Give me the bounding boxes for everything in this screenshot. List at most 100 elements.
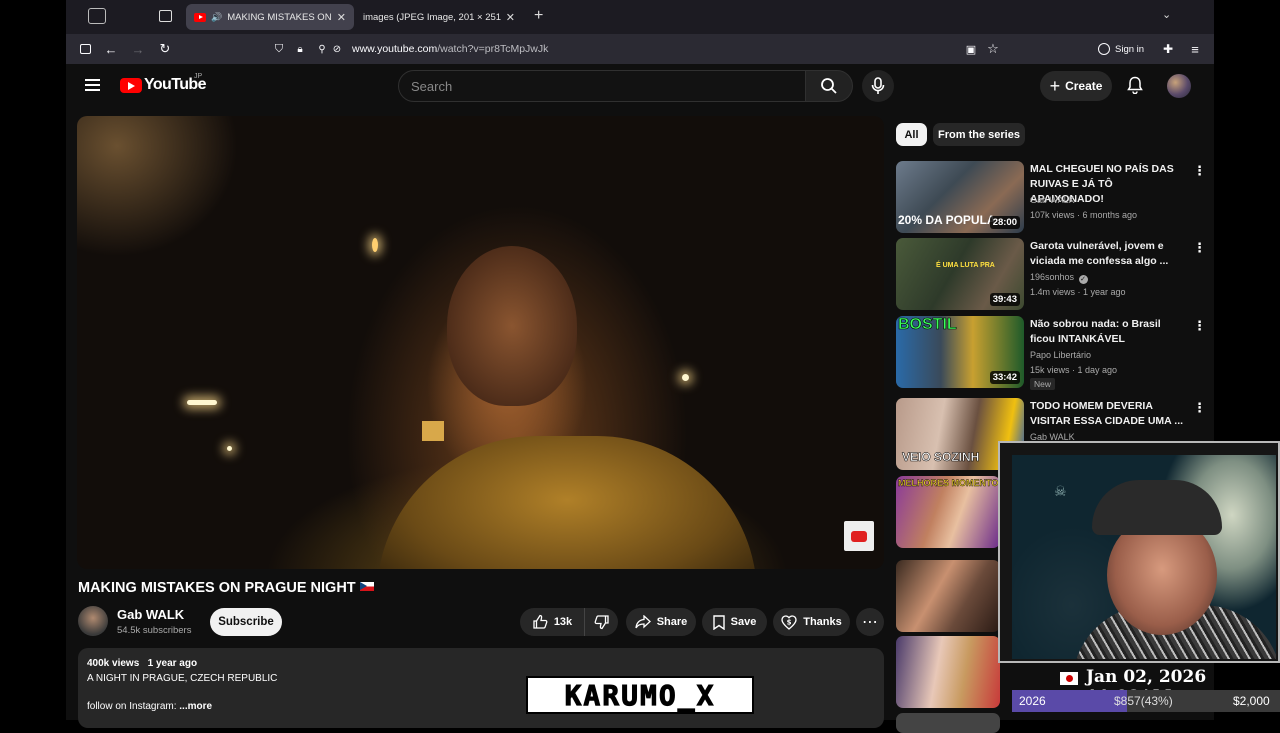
upload-age: 1 year ago — [147, 658, 198, 669]
recommendation-title[interactable]: Não sobrou nada: o Brasil ficou INTANKÁV… — [1030, 317, 1184, 347]
tab-youtube[interactable]: 🔊 MAKING MISTAKES ON PRAGUE NIGHT ✕ — [186, 4, 354, 30]
subscribe-button[interactable]: Subscribe — [210, 608, 282, 636]
thumbnail-caption: VEIO SOZINH — [902, 450, 980, 465]
recommendation-channel[interactable]: Papo Libertário — [1030, 350, 1091, 360]
thumbnail-caption: 20% DA POPULA — [898, 213, 996, 227]
recommendation-title[interactable]: Garota vulnerável, jovem e viciada me co… — [1030, 239, 1184, 269]
share-label: Share — [656, 616, 688, 628]
dislike-button[interactable] — [584, 608, 618, 636]
list-tabs-chevron-down-icon[interactable]: ⌄ — [1162, 8, 1171, 21]
thanks-button[interactable]: $ Thanks — [773, 608, 850, 636]
instagram-prefix: follow on Instagram: — [87, 701, 180, 712]
video-thumbnail[interactable] — [896, 560, 1000, 632]
sidebar-toggle-icon[interactable] — [88, 8, 106, 24]
user-avatar[interactable] — [1167, 74, 1191, 98]
tab-overview-icon[interactable] — [159, 10, 172, 22]
more-options-icon[interactable]: ⋮ — [1193, 240, 1206, 256]
thumbnail-caption: BOSTIL — [898, 316, 957, 333]
recommendation-item[interactable]: 20% DA POPULA 28:00 MAL CHEGUEI NO PAÍS … — [896, 161, 1206, 233]
more-options-icon[interactable]: ⋮ — [1193, 163, 1206, 179]
recommendation-item[interactable]: É UMA LUTA PRA 39:43 Garota vulnerável, … — [896, 238, 1206, 310]
goal-target: $2,000 — [1233, 694, 1270, 708]
video-thumbnail[interactable] — [896, 713, 1000, 733]
more-options-icon[interactable]: ⋮ — [1193, 318, 1206, 334]
video-player[interactable] — [77, 116, 884, 569]
recommendation-channel[interactable]: 196sonhos ✓ — [1030, 272, 1088, 284]
thumbs-down-icon — [594, 615, 609, 630]
video-frame-shirt — [377, 436, 757, 569]
recommendation-meta: 1.4m views · 1 year ago — [1030, 287, 1126, 297]
thanks-label: Thanks — [803, 616, 842, 628]
search-input[interactable]: Search — [398, 70, 806, 102]
video-duration: 33:42 — [989, 371, 1020, 384]
notifications-bell-icon[interactable] — [1124, 74, 1146, 96]
show-more-link[interactable]: ...more — [179, 701, 212, 712]
search-button[interactable] — [805, 70, 853, 102]
save-button[interactable]: Save — [702, 608, 767, 636]
chip-all[interactable]: All — [896, 123, 927, 146]
channel-name[interactable]: Gab WALK — [117, 607, 184, 622]
verified-check-icon: ✓ — [1078, 275, 1088, 284]
recommendation-channel[interactable]: Gab WALK — [1030, 195, 1075, 205]
hamburger-menu-icon[interactable] — [85, 79, 100, 91]
menu-icon[interactable]: ≡ — [1186, 40, 1204, 58]
close-tab-icon[interactable]: ✕ — [502, 11, 515, 24]
picture-in-picture-icon[interactable]: ▣ — [962, 40, 980, 58]
autoplay-blocked-icon[interactable]: ⊘ — [328, 40, 346, 58]
new-tab-icon[interactable]: + — [534, 7, 543, 25]
create-label: Create — [1065, 79, 1103, 93]
share-button[interactable]: Share — [626, 608, 696, 636]
video-thumbnail[interactable]: 20% DA POPULA 28:00 — [896, 161, 1024, 233]
audio-playing-icon[interactable]: 🔊 — [211, 12, 222, 23]
recommendation-item[interactable]: BOSTIL 33:42 Não sobrou nada: o Brasil f… — [896, 316, 1206, 390]
bookmark-star-icon[interactable]: ☆ — [984, 40, 1002, 58]
super-thanks-heart-icon: $ — [781, 614, 797, 630]
description-box[interactable]: 400k views 1 year ago A NIGHT IN PRAGUE,… — [78, 648, 884, 728]
back-arrow-icon[interactable]: ← — [102, 40, 120, 58]
video-thumbnail[interactable]: É UMA LUTA PRA 39:43 — [896, 238, 1024, 310]
more-options-icon[interactable]: ⋮ — [1193, 400, 1206, 416]
view-count: 400k views — [87, 658, 140, 669]
video-frame-person — [447, 246, 577, 406]
recommendation-meta: 107k views · 6 months ago — [1030, 210, 1138, 220]
channel-name-text: 196sonhos — [1030, 272, 1075, 282]
reload-icon[interactable]: ↻ — [156, 40, 174, 58]
more-actions-icon[interactable]: ⋯ — [856, 608, 884, 636]
video-frame-streetlight — [682, 374, 689, 381]
streamer-logo: KARUMO_X — [526, 676, 754, 714]
tracking-protection-shield-icon[interactable]: ⛉ — [270, 40, 288, 58]
video-thumbnail[interactable]: BOSTIL 33:42 — [896, 316, 1024, 388]
close-tab-icon[interactable]: ✕ — [333, 11, 346, 24]
search-icon — [821, 78, 837, 94]
webcam-person-cap — [1092, 480, 1222, 535]
create-button[interactable]: + Create — [1040, 71, 1112, 101]
sign-in-button[interactable]: Sign in — [1098, 40, 1144, 58]
url-text[interactable]: www.youtube.com/watch?v=pr8TcMpJwJk — [352, 43, 548, 55]
recommendation-title[interactable]: TODO HOMEM DEVERIA VISITAR ESSA CIDADE U… — [1030, 399, 1184, 429]
lock-icon[interactable]: 🔒︎ — [291, 40, 309, 58]
bookmark-icon — [712, 614, 725, 630]
extensions-icon[interactable]: ✚ — [1159, 40, 1177, 58]
chip-from-the-series[interactable]: From the series — [933, 123, 1025, 146]
streamer-logo-text: KARUMO_X — [564, 678, 716, 712]
video-frame-street-sign — [422, 421, 444, 441]
czech-flag-icon — [359, 582, 374, 591]
thumbnail-caption: É UMA LUTA PRA — [936, 262, 995, 269]
video-title: MAKING MISTAKES ON PRAGUE NIGHT — [78, 580, 374, 596]
tab-image[interactable]: images (JPEG Image, 201 × 251 pixels) ✕ — [355, 4, 523, 30]
like-button[interactable]: 13k — [520, 608, 584, 636]
video-frame-streetlight — [187, 400, 217, 405]
url-path: /watch?v=pr8TcMpJwJk — [437, 43, 549, 55]
sidebar-icon[interactable] — [76, 40, 94, 58]
voice-search-button[interactable] — [862, 70, 894, 102]
sign-in-label: Sign in — [1115, 43, 1145, 55]
youtube-logo-icon[interactable] — [120, 78, 142, 93]
forward-arrow-icon: → — [131, 41, 145, 57]
channel-watermark-icon[interactable] — [844, 521, 874, 551]
channel-avatar[interactable] — [78, 606, 108, 636]
view-stats: 400k views 1 year ago — [87, 658, 875, 669]
video-duration: 39:43 — [989, 293, 1020, 306]
video-thumbnail[interactable]: MELHORES MOMENTOS — [896, 476, 1000, 548]
video-thumbnail[interactable] — [896, 636, 1000, 708]
recommendation-meta: 15k views · 1 day ago — [1030, 365, 1118, 375]
